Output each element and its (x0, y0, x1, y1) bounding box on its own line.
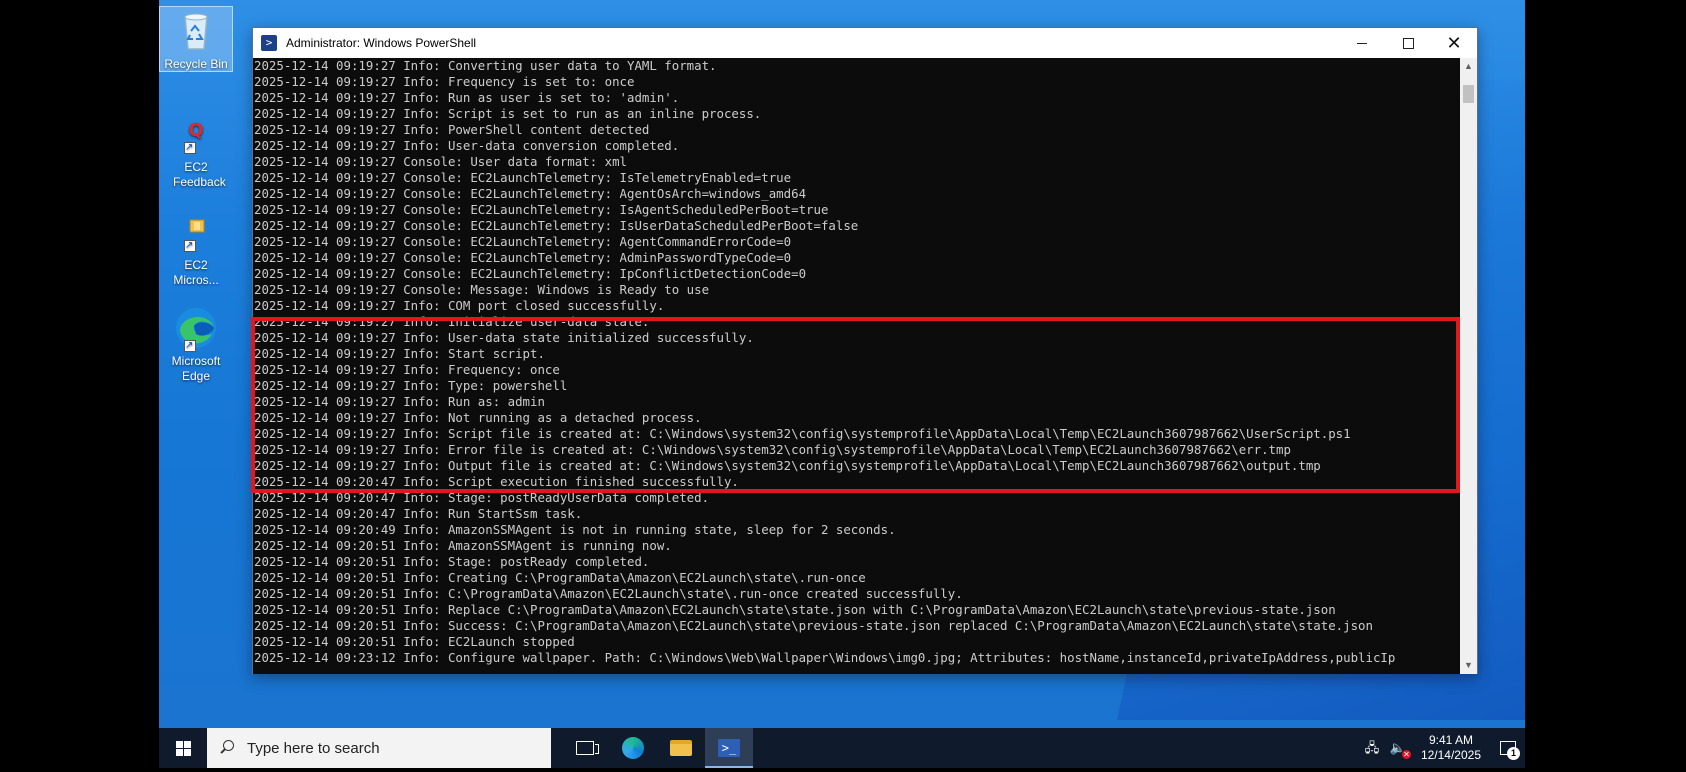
close-icon: ✕ (1446, 32, 1462, 53)
window-title: Administrator: Windows PowerShell (286, 36, 477, 50)
console-line: 2025-12-14 09:19:27 Console: EC2LaunchTe… (254, 250, 792, 265)
windows-logo-icon (175, 740, 191, 756)
console-line: 2025-12-14 09:19:27 Info: Error file is … (254, 442, 1291, 457)
console-line: 2025-12-14 09:20:47 Info: Stage: postRea… (254, 490, 710, 505)
taskbar-clock[interactable]: 9:41 AM 12/14/2025 (1421, 733, 1481, 763)
console-line: 2025-12-14 09:20:51 Info: C:\ProgramData… (254, 586, 963, 601)
folder-icon (670, 740, 692, 756)
console-line: 2025-12-14 09:19:27 Console: Message: Wi… (254, 282, 710, 297)
desktop-icon-edge[interactable]: Microsoft Edge (159, 304, 233, 384)
desktop-icon-label: EC2 Feedback (173, 160, 226, 189)
shortcut-arrow-icon (184, 238, 196, 253)
console-line: 2025-12-14 09:19:27 Info: Frequency is s… (254, 74, 635, 89)
maximize-icon (1402, 37, 1414, 49)
taskbar-task-view[interactable] (561, 728, 609, 768)
desktop-icon-label: Recycle Bin (164, 57, 228, 71)
console-line: 2025-12-14 09:19:27 Console: EC2LaunchTe… (254, 186, 807, 201)
console-line: 2025-12-14 09:19:27 Info: COM port close… (254, 298, 665, 313)
ec2-microsoft-icon (172, 218, 220, 256)
console-line: 2025-12-14 09:20:51 Info: Replace C:\Pro… (254, 602, 1336, 617)
console-line: 2025-12-14 09:19:27 Info: Type: powershe… (254, 378, 568, 393)
console-line: 2025-12-14 09:19:27 Info: Run as user is… (254, 90, 680, 105)
scroll-thumb[interactable] (1463, 85, 1474, 103)
taskbar-file-explorer[interactable] (657, 728, 705, 768)
volume-muted-icon[interactable]: 🔈 ✕ (1387, 737, 1411, 759)
console-line: 2025-12-14 09:20:47 Info: Script executi… (254, 474, 739, 489)
console-line: 2025-12-14 09:20:51 Info: AmazonSSMAgent… (254, 538, 672, 553)
vertical-scrollbar[interactable]: ▲ ▼ (1460, 58, 1477, 674)
console-line: 2025-12-14 09:19:27 Info: Output file is… (254, 458, 1321, 473)
edge-icon (172, 304, 220, 353)
taskbar: Type here to search >_ 🖧 🔈 ✕ 9:41 AM 12/1… (159, 728, 1525, 768)
system-tray: 🖧 🔈 ✕ 9:41 AM 12/14/2025 1 (1361, 728, 1525, 768)
clock-date: 12/14/2025 (1420, 748, 1481, 762)
task-view-icon (576, 741, 599, 755)
search-icon (219, 740, 235, 756)
console-line: 2025-12-14 09:19:27 Console: EC2LaunchTe… (254, 266, 807, 281)
console-line: 2025-12-14 09:19:27 Console: EC2LaunchTe… (254, 234, 792, 249)
window-titlebar[interactable]: > Administrator: Windows PowerShell ✕ (253, 28, 1477, 58)
console-line: 2025-12-14 09:20:47 Info: Run StartSsm t… (254, 506, 583, 521)
taskbar-edge[interactable] (609, 728, 657, 768)
console-line: 2025-12-14 09:20:51 Info: Stage: postRea… (254, 554, 650, 569)
edge-icon (622, 737, 644, 759)
console-line: 2025-12-14 09:19:27 Console: EC2LaunchTe… (254, 218, 859, 233)
start-button[interactable] (159, 728, 207, 768)
console-line: 2025-12-14 09:20:51 Info: Success: C:\Pr… (254, 618, 1373, 633)
muted-x-icon: ✕ (1401, 750, 1411, 759)
desktop-icon-label: EC2 Micros... (173, 258, 219, 287)
console-line: 2025-12-14 09:19:27 Info: User-data stat… (254, 330, 754, 345)
network-icon[interactable]: 🖧 (1361, 737, 1383, 759)
console-line: 2025-12-14 09:23:12 Info: Configure wall… (254, 650, 1396, 665)
minimize-button[interactable] (1339, 28, 1385, 58)
console-line: 2025-12-14 09:19:27 Console: User data f… (254, 154, 627, 169)
powershell-icon: >_ (718, 739, 740, 757)
maximize-button[interactable] (1385, 28, 1431, 58)
clock-time: 9:41 AM (1428, 733, 1473, 747)
action-center-button[interactable]: 1 (1491, 728, 1525, 768)
console-line: 2025-12-14 09:20:51 Info: EC2Launch stop… (254, 634, 575, 649)
search-placeholder: Type here to search (247, 739, 380, 757)
console-line: 2025-12-14 09:19:27 Info: Script is set … (254, 106, 762, 121)
shortcut-arrow-icon (184, 140, 196, 155)
notification-count-badge: 1 (1507, 747, 1520, 760)
shortcut-arrow-icon (184, 338, 196, 353)
console-line: 2025-12-14 09:19:27 Info: Script file is… (254, 426, 1351, 441)
console-output[interactable]: 2025-12-14 09:19:27 Info: Converting use… (253, 58, 1461, 674)
console-line: 2025-12-14 09:19:27 Console: EC2LaunchTe… (254, 170, 792, 185)
console-line: 2025-12-14 09:19:27 Info: Frequency: onc… (254, 362, 560, 377)
console-line: 2025-12-14 09:19:27 Info: Converting use… (254, 58, 717, 73)
console-line: 2025-12-14 09:19:27 Info: Initialize use… (254, 314, 650, 329)
console-line: 2025-12-14 09:20:51 Info: Creating C:\Pr… (254, 570, 866, 585)
console-line: 2025-12-14 09:19:27 Info: PowerShell con… (254, 122, 650, 137)
console-line: 2025-12-14 09:19:27 Info: User-data conv… (254, 138, 680, 153)
minimize-icon (1357, 42, 1367, 44)
taskbar-powershell[interactable]: >_ (705, 728, 753, 768)
scroll-down-arrow-icon[interactable]: ▼ (1460, 657, 1477, 674)
console-line: 2025-12-14 09:20:49 Info: AmazonSSMAgent… (254, 522, 896, 537)
console-line: 2025-12-14 09:19:27 Info: Run as: admin (254, 394, 545, 409)
powershell-icon: > (261, 35, 277, 51)
recycle-bin-icon (172, 7, 220, 55)
desktop-icon-label: Microsoft Edge (171, 354, 221, 383)
powershell-window[interactable]: > Administrator: Windows PowerShell ✕ 20… (252, 27, 1478, 674)
taskbar-search-box[interactable]: Type here to search (207, 728, 551, 768)
console-line: 2025-12-14 09:19:27 Console: EC2LaunchTe… (254, 202, 829, 217)
console-line: 2025-12-14 09:19:27 Info: Start script. (254, 346, 545, 361)
console-line: 2025-12-14 09:19:27 Info: Not running as… (254, 410, 702, 425)
desktop-icon-ec2-microsoft[interactable]: EC2 Micros... (159, 218, 233, 288)
svg-text:Q: Q (188, 120, 203, 141)
desktop-icon-recycle-bin[interactable]: Recycle Bin (159, 6, 233, 72)
ec2-feedback-icon: Q (172, 118, 220, 158)
close-button[interactable]: ✕ (1431, 28, 1477, 58)
scroll-up-arrow-icon[interactable]: ▲ (1460, 58, 1477, 75)
desktop-icon-ec2-feedback[interactable]: Q EC2 Feedback (159, 118, 233, 190)
